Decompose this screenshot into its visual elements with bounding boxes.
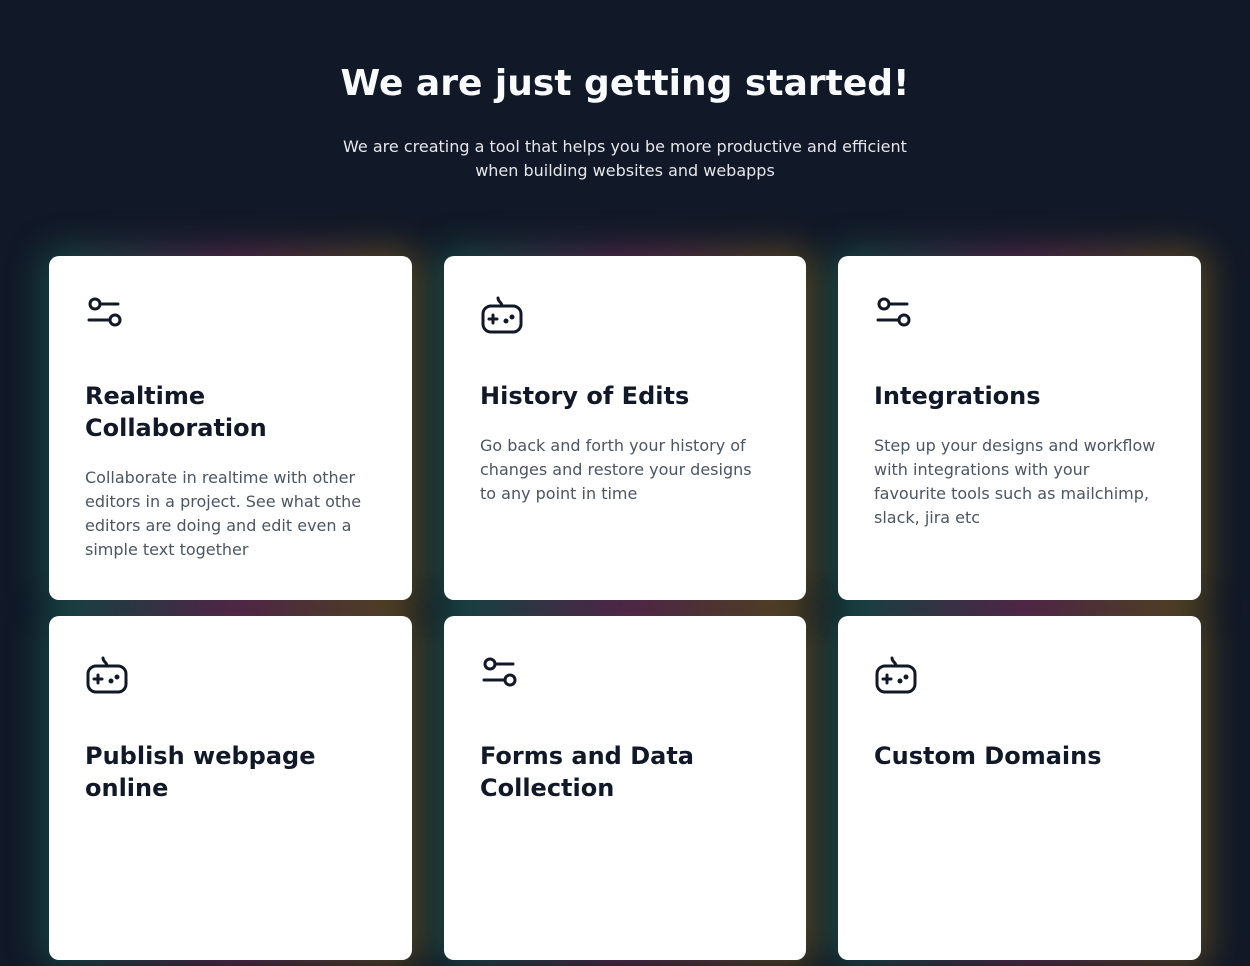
feature-description: Step up your designs and workflow with i… (874, 436, 1156, 527)
feature-card-body: Realtime Collaboration Collaborate in rea… (49, 256, 412, 600)
feature-title: History of Edits (480, 382, 690, 410)
gamepad-icon (874, 652, 1165, 696)
page-subtitle: We are creating a tool that helps you be… (343, 137, 907, 180)
feature-title: Publish webpage online (85, 742, 316, 802)
feature-card: Realtime Collaboration Collaborate in rea… (49, 256, 412, 600)
feature-title: Custom Domains (874, 742, 1102, 770)
feature-card: Custom Domains (838, 616, 1201, 960)
feature-description: Go back and forth your history of change… (480, 436, 752, 503)
feature-card: History of Edits Go back and forth your h… (444, 256, 806, 600)
feature-card: Forms and Data Collection (444, 616, 806, 960)
sliders-icon (874, 292, 1165, 336)
page-title: We are just getting started! (340, 63, 910, 104)
feature-card-body: Custom Domains (838, 616, 1201, 960)
feature-card-body: Publish webpage online (49, 616, 412, 960)
feature-card-body: History of Edits Go back and forth your h… (444, 256, 806, 600)
feature-card: Publish webpage online (49, 616, 412, 960)
feature-card-body: Forms and Data Collection (444, 616, 806, 960)
feature-grid: Realtime Collaboration Collaborate in rea… (49, 256, 1201, 960)
gamepad-icon (480, 292, 770, 336)
sliders-icon (85, 292, 376, 336)
feature-title: Realtime Collaboration (85, 382, 267, 442)
feature-title: Integrations (874, 382, 1041, 410)
gamepad-icon (85, 652, 376, 696)
feature-description: Collaborate in realtime with other edito… (85, 468, 362, 559)
feature-card: Integrations Step up your designs and wor… (838, 256, 1201, 600)
feature-title: Forms and Data Collection (480, 742, 694, 802)
hero: We are just getting started! We are crea… (0, 0, 1250, 183)
feature-card-body: Integrations Step up your designs and wor… (838, 256, 1201, 600)
sliders-icon (480, 652, 770, 696)
